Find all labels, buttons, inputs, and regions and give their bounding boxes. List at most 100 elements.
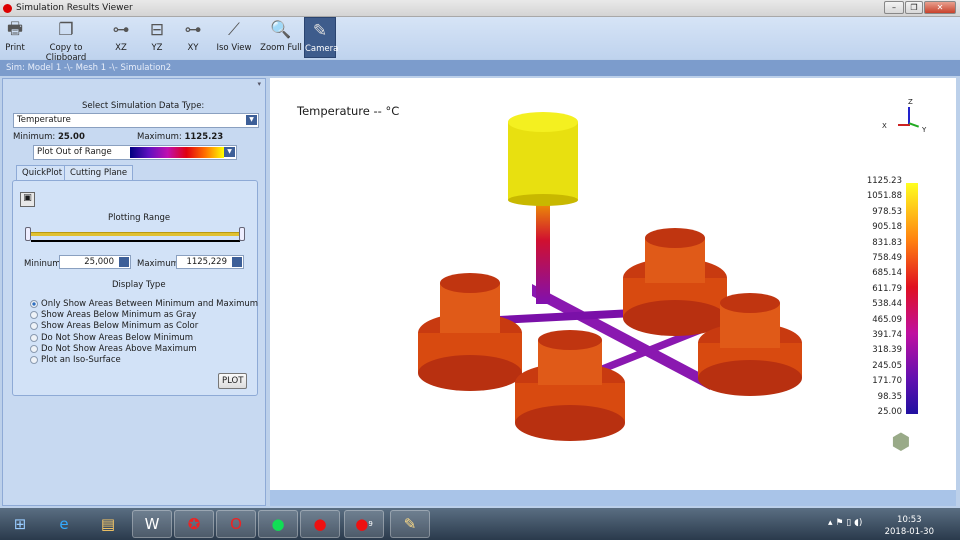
- clipboard-icon: ❐: [58, 20, 74, 40]
- option-label: Only Show Areas Between Minimum and Maxi…: [41, 299, 259, 309]
- restore-button[interactable]: ❐: [905, 1, 923, 14]
- xy-label: XY: [187, 43, 199, 53]
- maximum-field-value: 1125,229: [186, 257, 227, 267]
- maximum-stepper[interactable]: 1125,229: [176, 255, 244, 269]
- option-label: Do Not Show Areas Below Minimum: [41, 333, 194, 343]
- camera-label: Camera: [305, 44, 339, 54]
- option-label: Show Areas Below Minimum as Gray: [41, 310, 197, 320]
- iso-view-button[interactable]: ⟋ Iso View: [214, 17, 254, 58]
- app-icon: [3, 4, 12, 13]
- data-type-select[interactable]: Temperature ▼: [13, 113, 259, 128]
- legend-label: 318.39: [872, 345, 902, 356]
- minimum-stepper[interactable]: 25,000: [59, 255, 131, 269]
- opera-icon[interactable]: O: [216, 510, 256, 538]
- spotify-icon[interactable]: ●: [258, 510, 298, 538]
- minimum-field-label: Mininum: [24, 259, 61, 269]
- sprue: [536, 198, 550, 304]
- color-legend-bar: [906, 183, 918, 414]
- title-bar: Simulation Results Viewer – ❐ ✕: [0, 0, 960, 17]
- spinner-arrows-icon[interactable]: [232, 257, 242, 267]
- app-icon-red[interactable]: ✪: [174, 510, 214, 538]
- close-button[interactable]: ✕: [924, 1, 956, 14]
- cup-front: [515, 330, 625, 441]
- palette-value: Plot Out of Range: [37, 147, 112, 157]
- minimize-button[interactable]: –: [884, 1, 904, 14]
- view-cube-icon[interactable]: ⬢: [886, 430, 916, 460]
- time: 10:53: [897, 515, 922, 525]
- range-baseline: [31, 240, 240, 242]
- radio-option[interactable]: Show Areas Below Minimum as Color: [30, 321, 198, 331]
- range-min-handle[interactable]: [25, 227, 31, 241]
- spinner-arrows-icon[interactable]: [119, 257, 129, 267]
- legend-label: 25.00: [877, 407, 902, 417]
- legend-label: 391.74: [872, 330, 902, 340]
- radio: [30, 334, 38, 342]
- yz-label: YZ: [151, 43, 163, 53]
- radio-option[interactable]: Plot an Iso-Surface: [30, 355, 121, 365]
- zoom-full-button[interactable]: 🔍 Zoom Full: [260, 17, 302, 58]
- data-type-value: Temperature: [17, 115, 71, 125]
- radio: [30, 322, 38, 330]
- legend-label: 1125.23: [866, 176, 902, 186]
- legend-label: 245.05: [872, 360, 902, 371]
- xy-view-icon: ⊶: [184, 20, 202, 40]
- xz-view-icon: ⊶: [112, 20, 130, 40]
- ie-icon[interactable]: e: [44, 510, 84, 538]
- radio: [30, 311, 38, 319]
- range-slider-track[interactable]: [28, 232, 242, 236]
- radio-option[interactable]: Show Areas Below Minimum as Gray: [30, 310, 196, 320]
- chevron-down-icon: ▼: [246, 115, 257, 125]
- cup-upper-left: [418, 273, 522, 391]
- palette-select[interactable]: Plot Out of Range ▼: [33, 145, 237, 160]
- tab-cutting-plane[interactable]: Cutting Plane: [64, 165, 134, 181]
- pouring-cup: [508, 112, 578, 206]
- date: 2018-01-30: [884, 527, 934, 537]
- simulation-viewer-taskbar-icon[interactable]: ● 9: [344, 510, 384, 538]
- start-button[interactable]: ⊞: [2, 510, 38, 538]
- camera-button[interactable]: ✎ Camera: [304, 17, 339, 58]
- breadcrumb: Sim: Model 1 -\- Mesh 1 -\- Simulation2: [0, 60, 960, 76]
- camera-icon: ✎: [312, 21, 328, 41]
- chevron-down-icon: ▼: [224, 147, 235, 157]
- clock[interactable]: 10:53 2018-01-30: [885, 514, 934, 538]
- option-label: Plot an Iso-Surface: [41, 355, 121, 365]
- minimum-value: 25.00: [57, 132, 85, 142]
- minimum-label: Minimum: 25.00: [13, 132, 85, 142]
- radio-option[interactable]: Only Show Areas Between Minimum and Maxi…: [30, 299, 258, 309]
- select-data-type-label: Select Simulation Data Type:: [82, 101, 205, 111]
- range-max-handle[interactable]: [239, 227, 245, 241]
- iso-label: Iso View: [216, 43, 252, 53]
- plotting-range-label: Plotting Range: [108, 213, 171, 223]
- xz-view-button[interactable]: ⊶ XZ: [104, 17, 138, 58]
- pin-icon[interactable]: ▾: [257, 80, 261, 88]
- zoom-label: Zoom Full: [260, 43, 302, 53]
- xy-view-button[interactable]: ⊶ XY: [176, 17, 210, 58]
- film-icon[interactable]: ▣: [20, 192, 35, 207]
- legend-label: 465.09: [872, 314, 902, 325]
- paint-icon[interactable]: ✎: [390, 510, 430, 538]
- window-count-badge: 9: [368, 520, 373, 528]
- copy-to-clipboard-button[interactable]: ❐ Copy to Clipboard: [30, 17, 102, 63]
- yz-view-icon: ⊟: [149, 20, 165, 40]
- radio-option[interactable]: Do Not Show Areas Above Maximum: [30, 344, 197, 354]
- viewport-status-bar: [270, 490, 956, 506]
- legend-label: 831.83: [872, 237, 902, 248]
- maximum-value: 1125.23: [184, 132, 224, 142]
- option-label: Do Not Show Areas Above Maximum: [41, 344, 197, 354]
- window-title: Simulation Results Viewer: [16, 3, 133, 13]
- legend-label: 1051.88: [866, 191, 902, 202]
- plot-button[interactable]: PLOT: [218, 373, 248, 389]
- iso-view-icon: ⟋: [228, 20, 240, 40]
- app-icon-dot[interactable]: ●: [300, 510, 340, 538]
- explorer-icon[interactable]: ▤: [88, 510, 128, 538]
- print-label: Print: [5, 43, 25, 53]
- magnifier-icon: 🔍: [270, 20, 292, 40]
- print-button[interactable]: 🖶 Print: [2, 17, 28, 58]
- radio-option[interactable]: Do Not Show Areas Below Minimum: [30, 333, 193, 343]
- maximum-label: Maximum: 1125.23: [137, 132, 224, 142]
- tray-icons[interactable]: ▴ ⚑ ▯ ◖): [828, 518, 862, 528]
- legend-label: 905.18: [872, 222, 902, 233]
- word-icon[interactable]: W: [132, 510, 172, 538]
- axis-triad-icon: Z X Y: [882, 98, 928, 138]
- yz-view-button[interactable]: ⊟ YZ: [140, 17, 174, 58]
